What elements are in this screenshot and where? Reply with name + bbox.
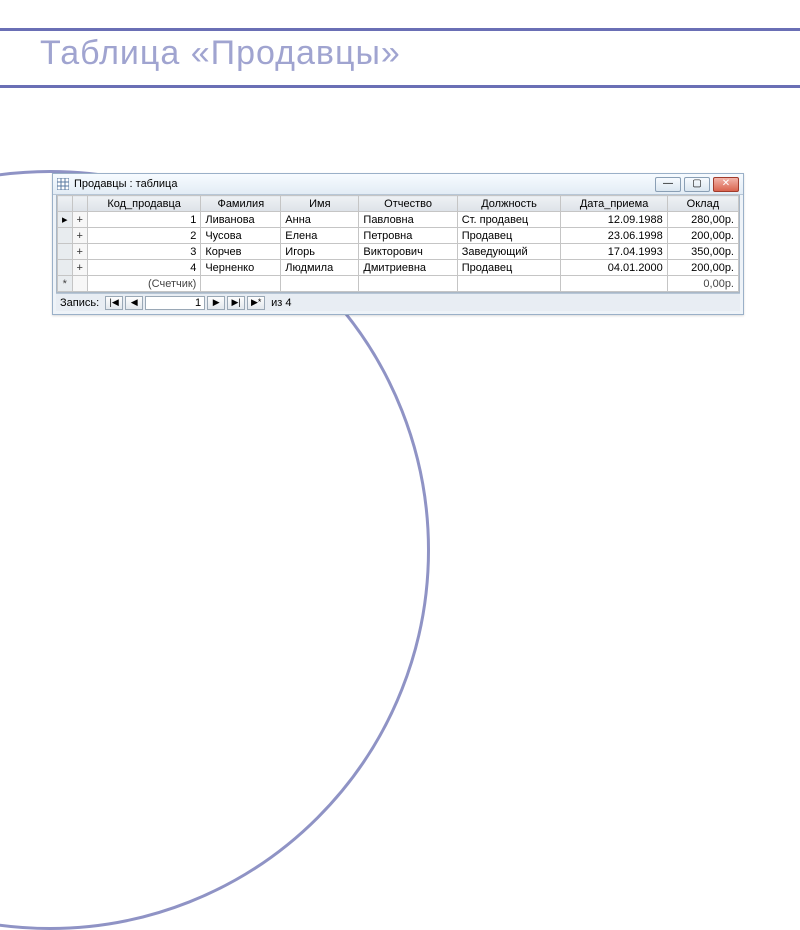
cell-date[interactable]: 12.09.1988: [561, 212, 667, 228]
row-selector[interactable]: [58, 244, 73, 260]
col-kod[interactable]: Код_продавца: [87, 196, 200, 212]
header-expand[interactable]: [72, 196, 87, 212]
expand-icon[interactable]: +: [72, 244, 87, 260]
cell-pos[interactable]: Заведующий: [457, 244, 561, 260]
window-buttons: — ▢ ✕: [655, 177, 739, 192]
cell-fam[interactable]: Корчев: [201, 244, 281, 260]
expand-icon[interactable]: +: [72, 228, 87, 244]
new-record-row[interactable]: * (Счетчик) 0,00р.: [58, 276, 739, 292]
cell-pos[interactable]: Ст. продавец: [457, 212, 561, 228]
cell-date[interactable]: 17.04.1993: [561, 244, 667, 260]
prev-record-button[interactable]: ◀: [125, 296, 143, 310]
cell-id[interactable]: 4: [87, 260, 200, 276]
header-selector[interactable]: [58, 196, 73, 212]
cell-patr[interactable]: Викторович: [359, 244, 457, 260]
cell-name[interactable]: Игорь: [281, 244, 359, 260]
row-selector[interactable]: ▸: [58, 212, 73, 228]
cell-pos[interactable]: Продавец: [457, 228, 561, 244]
table-row[interactable]: + 3 Корчев Игорь Викторович Заведующий 1…: [58, 244, 739, 260]
cell-id[interactable]: 2: [87, 228, 200, 244]
col-familia[interactable]: Фамилия: [201, 196, 281, 212]
cell-fam[interactable]: Ливанова: [201, 212, 281, 228]
table-row[interactable]: + 4 Черненко Людмила Дмитриевна Продавец…: [58, 260, 739, 276]
title-rule-bottom: [0, 85, 800, 88]
cell-name[interactable]: Анна: [281, 212, 359, 228]
cell-sal[interactable]: 200,00р.: [667, 228, 738, 244]
window-title: Продавцы : таблица: [74, 178, 655, 190]
autonumber-placeholder[interactable]: (Счетчик): [87, 276, 200, 292]
header-row: Код_продавца Фамилия Имя Отчество Должно…: [58, 196, 739, 212]
row-selector[interactable]: [58, 260, 73, 276]
current-record-input[interactable]: [145, 296, 205, 310]
slide-title: Таблица «Продавцы»: [40, 34, 401, 73]
table-icon: [57, 178, 69, 190]
cell-empty[interactable]: [457, 276, 561, 292]
cell-date[interactable]: 04.01.2000: [561, 260, 667, 276]
col-dolzhnost[interactable]: Должность: [457, 196, 561, 212]
cell-sal[interactable]: 280,00р.: [667, 212, 738, 228]
row-selector[interactable]: [58, 228, 73, 244]
cell-pos[interactable]: Продавец: [457, 260, 561, 276]
cell-id[interactable]: 1: [87, 212, 200, 228]
expand-icon[interactable]: +: [72, 212, 87, 228]
next-record-button[interactable]: ▶: [207, 296, 225, 310]
first-record-button[interactable]: |◀: [105, 296, 123, 310]
cell-empty[interactable]: [201, 276, 281, 292]
cell-date[interactable]: 23.06.1998: [561, 228, 667, 244]
cell-fam[interactable]: Черненко: [201, 260, 281, 276]
table-row[interactable]: ▸ + 1 Ливанова Анна Павловна Ст. продаве…: [58, 212, 739, 228]
cell-empty[interactable]: [281, 276, 359, 292]
cell-patr[interactable]: Дмитриевна: [359, 260, 457, 276]
datasheet-window: Продавцы : таблица — ▢ ✕ Код_продавца Фа…: [52, 173, 744, 315]
col-oklad[interactable]: Оклад: [667, 196, 738, 212]
cell-name[interactable]: Людмила: [281, 260, 359, 276]
slide-title-bar: Таблица «Продавцы»: [0, 28, 800, 88]
last-record-button[interactable]: ▶|: [227, 296, 245, 310]
new-record-button[interactable]: ▶*: [247, 296, 265, 310]
minimize-button[interactable]: —: [655, 177, 681, 192]
cell-name[interactable]: Елена: [281, 228, 359, 244]
window-titlebar[interactable]: Продавцы : таблица — ▢ ✕: [53, 174, 743, 195]
expand-icon[interactable]: [72, 276, 87, 292]
table-row[interactable]: + 2 Чусова Елена Петровна Продавец 23.06…: [58, 228, 739, 244]
cell-patr[interactable]: Петровна: [359, 228, 457, 244]
cell-empty[interactable]: [359, 276, 457, 292]
cell-patr[interactable]: Павловна: [359, 212, 457, 228]
datasheet-grid: Код_продавца Фамилия Имя Отчество Должно…: [56, 195, 740, 293]
col-imya[interactable]: Имя: [281, 196, 359, 212]
cell-sal[interactable]: 0,00р.: [667, 276, 738, 292]
maximize-button[interactable]: ▢: [684, 177, 710, 192]
cell-sal[interactable]: 200,00р.: [667, 260, 738, 276]
expand-icon[interactable]: +: [72, 260, 87, 276]
record-navigator: Запись: |◀ ◀ ▶ ▶| ▶* из 4: [56, 293, 740, 311]
cell-id[interactable]: 3: [87, 244, 200, 260]
col-otchestvo[interactable]: Отчество: [359, 196, 457, 212]
cell-fam[interactable]: Чусова: [201, 228, 281, 244]
title-rule-top: [0, 28, 800, 31]
cell-sal[interactable]: 350,00р.: [667, 244, 738, 260]
cell-empty[interactable]: [561, 276, 667, 292]
col-data-priema[interactable]: Дата_приема: [561, 196, 667, 212]
new-row-marker[interactable]: *: [58, 276, 73, 292]
close-button[interactable]: ✕: [713, 177, 739, 192]
record-count: из 4: [271, 297, 291, 309]
recnav-label: Запись:: [60, 297, 99, 309]
